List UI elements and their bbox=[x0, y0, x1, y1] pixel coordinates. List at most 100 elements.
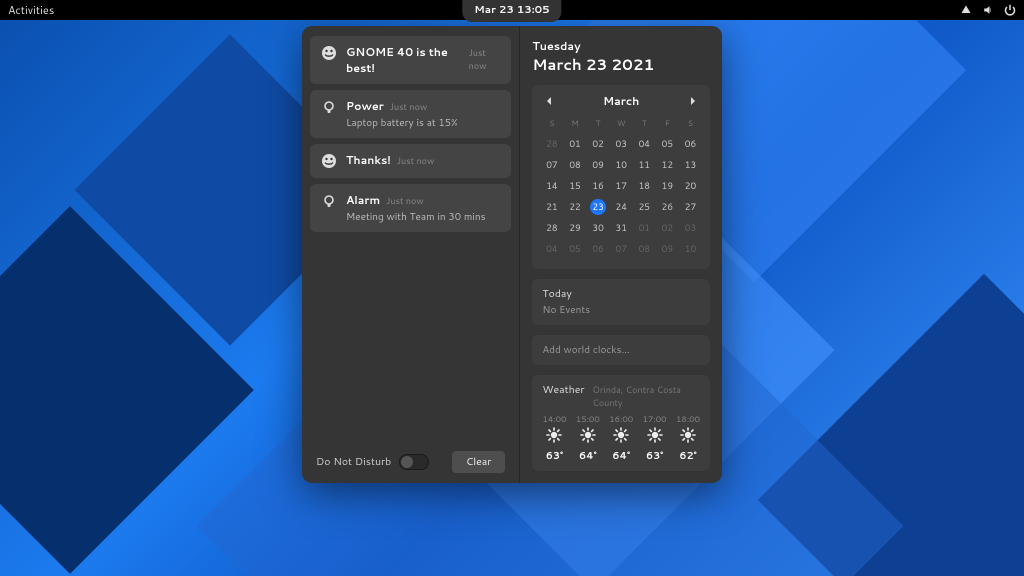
dnd-label: Do Not Disturb bbox=[316, 455, 391, 469]
full-date-label: March 23 2021 bbox=[532, 54, 710, 75]
sun-icon bbox=[613, 427, 629, 447]
events-text: No Events bbox=[542, 303, 700, 317]
forecast-hour: 15:0064° bbox=[576, 413, 600, 463]
calendar-day[interactable]: 10 bbox=[679, 238, 702, 259]
calendar-day[interactable]: 04 bbox=[633, 133, 656, 154]
world-clocks-text: Add world clocks… bbox=[542, 343, 700, 357]
notification-item[interactable]: AlarmJust nowMeeting with Team in 30 min… bbox=[310, 184, 511, 232]
calendar-day[interactable]: 15 bbox=[563, 175, 586, 196]
forecast-hour-label: 18:00 bbox=[676, 413, 700, 425]
sun-icon bbox=[580, 427, 596, 447]
world-clocks-panel[interactable]: Add world clocks… bbox=[532, 335, 710, 365]
calendar-day[interactable]: 06 bbox=[679, 133, 702, 154]
calendar-day[interactable]: 09 bbox=[587, 154, 610, 175]
calendar-day[interactable]: 05 bbox=[563, 238, 586, 259]
calendar-day[interactable]: 07 bbox=[540, 154, 563, 175]
calendar-day[interactable]: 27 bbox=[679, 196, 702, 217]
calendar-day[interactable]: 17 bbox=[610, 175, 633, 196]
weather-title: Weather bbox=[542, 383, 584, 397]
notification-age: Just now bbox=[386, 194, 424, 207]
volume-icon bbox=[982, 4, 994, 16]
lightbulb-icon bbox=[320, 192, 338, 210]
calendar-day[interactable]: 23 bbox=[587, 196, 610, 217]
forecast-hour: 18:00 62° bbox=[676, 413, 700, 463]
activities-button[interactable]: Activities bbox=[8, 2, 54, 18]
calendar-day[interactable]: 18 bbox=[633, 175, 656, 196]
clock-label: Mar 23 13:05 bbox=[474, 3, 549, 17]
forecast-temp: 64° bbox=[612, 449, 630, 463]
calendar-day[interactable]: 01 bbox=[633, 217, 656, 238]
notification-age: Just now bbox=[390, 100, 428, 113]
notification-body: Laptop battery is at 15% bbox=[346, 116, 501, 130]
weekday-label: Tuesday bbox=[532, 38, 710, 54]
calendar-day[interactable]: 20 bbox=[679, 175, 702, 196]
notification-title: Power bbox=[346, 98, 384, 114]
month-label: March bbox=[603, 93, 639, 109]
next-month-button[interactable] bbox=[688, 96, 698, 106]
system-tray[interactable] bbox=[960, 4, 1016, 16]
clear-button[interactable]: Clear bbox=[452, 451, 506, 473]
calendar-dow: M bbox=[563, 115, 586, 133]
lightbulb-icon bbox=[320, 98, 338, 116]
weather-panel[interactable]: Weather Orinda, Contra Costa County 14:0… bbox=[532, 375, 710, 471]
sun-icon bbox=[680, 427, 696, 447]
calendar-day[interactable]: 16 bbox=[587, 175, 610, 196]
notification-item[interactable]: Power Just now Laptop battery is at 15% bbox=[310, 90, 511, 138]
smile-icon bbox=[320, 152, 338, 170]
calendar-day[interactable]: 01 bbox=[563, 133, 586, 154]
forecast-temp: 63° bbox=[646, 449, 663, 463]
calendar-day[interactable]: 07 bbox=[610, 238, 633, 259]
calendar-day[interactable]: 02 bbox=[587, 133, 610, 154]
calendar-day[interactable]: 25 bbox=[633, 196, 656, 217]
calendar-day[interactable]: 13 bbox=[679, 154, 702, 175]
notification-age: Just now bbox=[469, 46, 502, 72]
calendar-dow: T bbox=[633, 115, 656, 133]
calendar-day[interactable]: 02 bbox=[656, 217, 679, 238]
events-panel[interactable]: Today No Events bbox=[532, 279, 710, 325]
calendar-day[interactable]: 12 bbox=[656, 154, 679, 175]
calendar-day[interactable]: 26 bbox=[656, 196, 679, 217]
calendar-day[interactable]: 05 bbox=[656, 133, 679, 154]
clock-button[interactable]: Mar 23 13:05 bbox=[462, 0, 561, 22]
forecast-hour-label: 14:00 bbox=[542, 413, 566, 425]
calendar-day[interactable]: 03 bbox=[679, 217, 702, 238]
calendar-dow: S bbox=[540, 115, 563, 133]
calendar-column: Tuesday March 23 2021 March SMTWTFS 2801… bbox=[520, 26, 722, 483]
calendar-day[interactable]: 09 bbox=[656, 238, 679, 259]
notification-item[interactable]: Thanks!Just now bbox=[310, 144, 511, 178]
calendar-day[interactable]: 03 bbox=[610, 133, 633, 154]
forecast-hour: 16:0064° bbox=[609, 413, 633, 463]
calendar-day[interactable]: 08 bbox=[633, 238, 656, 259]
sun-icon bbox=[546, 427, 562, 447]
calendar-day[interactable]: 28 bbox=[540, 133, 563, 154]
weather-location: Orinda, Contra Costa County bbox=[592, 383, 700, 409]
smile-icon bbox=[320, 44, 338, 62]
prev-month-button[interactable] bbox=[544, 96, 554, 106]
calendar-dow: F bbox=[656, 115, 679, 133]
forecast-temp: 62° bbox=[679, 449, 696, 463]
calendar-day[interactable]: 30 bbox=[587, 217, 610, 238]
calendar-day[interactable]: 11 bbox=[633, 154, 656, 175]
notification-title: Alarm bbox=[346, 192, 380, 208]
forecast-hour-label: 15:00 bbox=[576, 413, 600, 425]
calendar-day[interactable]: 22 bbox=[563, 196, 586, 217]
calendar-day[interactable]: 24 bbox=[610, 196, 633, 217]
calendar-day[interactable]: 06 bbox=[587, 238, 610, 259]
calendar-day[interactable]: 21 bbox=[540, 196, 563, 217]
notification-age: Just now bbox=[397, 154, 435, 167]
calendar-day[interactable]: 10 bbox=[610, 154, 633, 175]
calendar-day[interactable]: 14 bbox=[540, 175, 563, 196]
do-not-disturb-row: Do Not Disturb bbox=[316, 454, 429, 470]
notifications-column: GNOME 40 is the best!Just now Power Just n… bbox=[302, 26, 520, 483]
calendar-day[interactable]: 19 bbox=[656, 175, 679, 196]
forecast-hour: 14:0063° bbox=[542, 413, 566, 463]
calendar-day[interactable]: 31 bbox=[610, 217, 633, 238]
notification-item[interactable]: GNOME 40 is the best!Just now bbox=[310, 36, 511, 84]
calendar-day[interactable]: 08 bbox=[563, 154, 586, 175]
dnd-toggle[interactable] bbox=[399, 454, 429, 470]
calendar-day[interactable]: 28 bbox=[540, 217, 563, 238]
calendar-box: March SMTWTFS 28010203040506070809101112… bbox=[532, 85, 710, 269]
calendar-day[interactable]: 29 bbox=[563, 217, 586, 238]
events-label: Today bbox=[542, 287, 700, 301]
calendar-day[interactable]: 04 bbox=[540, 238, 563, 259]
